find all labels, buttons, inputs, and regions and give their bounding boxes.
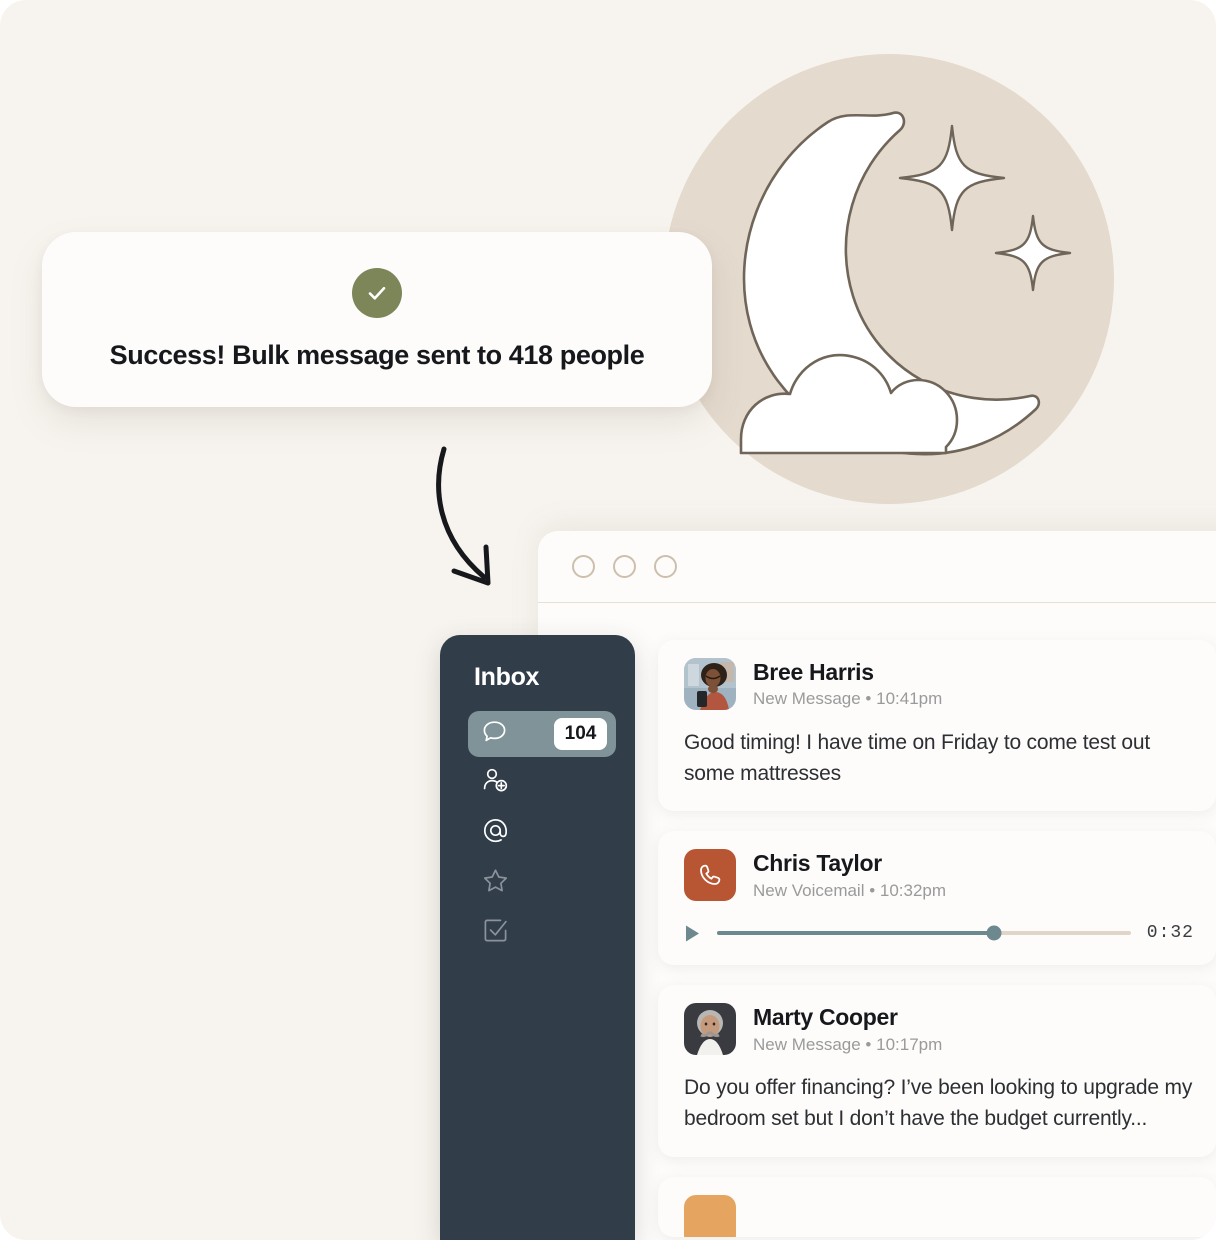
message-card-header: Bree Harris New Message • 10:41pm bbox=[684, 658, 1194, 710]
voicemail-player: 0:32 bbox=[684, 923, 1194, 943]
sidebar-item-tasks[interactable] bbox=[474, 909, 611, 957]
voicemail-progress-thumb[interactable] bbox=[986, 925, 1002, 941]
message-card[interactable]: Marty Cooper New Message • 10:17pm Do yo… bbox=[658, 985, 1216, 1157]
message-body: Good timing! I have time on Friday to co… bbox=[684, 731, 1151, 785]
chat-bubble-icon bbox=[481, 718, 508, 750]
moon-illustration bbox=[664, 54, 1114, 504]
curved-down-arrow-icon bbox=[424, 443, 534, 598]
success-toast: Success! Bulk message sent to 418 people bbox=[42, 232, 712, 407]
message-meta: New Voicemail • 10:32pm bbox=[753, 880, 947, 900]
window-dot-maximize[interactable] bbox=[654, 555, 677, 578]
check-circle-icon bbox=[352, 268, 402, 318]
message-meta: New Message • 10:41pm bbox=[753, 689, 943, 709]
avatar-marty-cooper bbox=[684, 1003, 736, 1056]
message-body: Do you offer financing? I’ve been lookin… bbox=[684, 1076, 1193, 1130]
messages-unread-badge: 104 bbox=[554, 718, 607, 750]
sidebar-item-mentions[interactable] bbox=[474, 809, 611, 857]
sidebar-item-contacts[interactable] bbox=[474, 759, 611, 807]
inbox-sidebar: Inbox 104 bbox=[440, 635, 635, 1240]
sidebar-item-messages[interactable]: 104 bbox=[468, 711, 616, 757]
sender-name: Bree Harris bbox=[753, 658, 874, 685]
sender-name: Marty Cooper bbox=[753, 1004, 898, 1031]
message-list: Bree Harris New Message • 10:41pm Good t… bbox=[658, 640, 1216, 1237]
person-add-icon bbox=[481, 766, 510, 800]
voicemail-progress-track[interactable] bbox=[717, 925, 1131, 941]
message-meta: New Message • 10:17pm bbox=[753, 1034, 943, 1054]
play-icon[interactable] bbox=[684, 924, 701, 943]
at-sign-icon bbox=[481, 816, 510, 850]
message-card-header: Marty Cooper New Message • 10:17pm bbox=[684, 1003, 1194, 1056]
screenshot-canvas: Success! Bulk message sent to 418 people… bbox=[0, 0, 1216, 1240]
message-card[interactable] bbox=[658, 1176, 1216, 1237]
avatar-bree-harris bbox=[684, 658, 736, 710]
window-titlebar bbox=[538, 531, 1216, 603]
window-dot-minimize[interactable] bbox=[613, 555, 636, 578]
voicemail-duration: 0:32 bbox=[1146, 923, 1194, 944]
voicemail-progress-fill bbox=[717, 931, 995, 936]
checkbox-check-icon bbox=[481, 916, 510, 950]
message-card[interactable]: Bree Harris New Message • 10:41pm Good t… bbox=[658, 640, 1216, 812]
message-card-header: Chris Taylor New Voicemail • 10:32pm bbox=[684, 849, 1194, 902]
success-toast-message: Success! Bulk message sent to 418 people bbox=[109, 340, 645, 370]
window-dot-close[interactable] bbox=[572, 555, 595, 578]
sidebar-title: Inbox bbox=[474, 663, 540, 691]
avatar-voicemail-phone-icon bbox=[684, 849, 736, 902]
sender-name: Chris Taylor bbox=[753, 850, 882, 877]
star-icon bbox=[481, 866, 510, 900]
message-card[interactable]: Chris Taylor New Voicemail • 10:32pm 0:3… bbox=[658, 831, 1216, 966]
message-card-header bbox=[684, 1194, 1194, 1237]
sidebar-item-starred[interactable] bbox=[474, 859, 611, 907]
avatar-partial-sender bbox=[684, 1194, 736, 1237]
